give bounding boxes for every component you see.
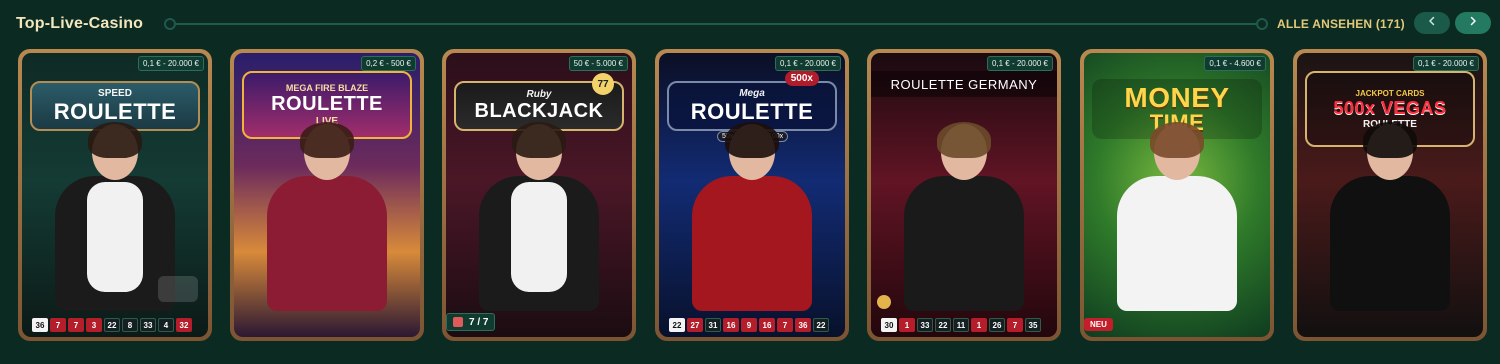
logo-text-top: MONEY bbox=[1124, 82, 1230, 113]
result-number: 7 bbox=[68, 318, 84, 332]
game-card-500x-vegas-roulette[interactable]: 0,1 € - 20.000 € JACKPOT CARDS 500x VEGA… bbox=[1293, 49, 1487, 341]
bet-limit-badge: 0,1 € - 20.000 € bbox=[774, 56, 841, 71]
chevron-right-icon bbox=[1467, 14, 1479, 32]
result-number: 26 bbox=[989, 318, 1005, 332]
prev-button[interactable] bbox=[1414, 12, 1450, 34]
seat-icon bbox=[453, 317, 463, 327]
result-number: 16 bbox=[723, 318, 739, 332]
game-card-inner: 0,1 € - 20.000 € Mega ROULETTE 500x 50x … bbox=[659, 53, 845, 337]
dealer-image bbox=[262, 122, 392, 311]
result-number: 7 bbox=[50, 318, 66, 332]
result-number: 27 bbox=[687, 318, 703, 332]
section-title: Top-Live-Casino bbox=[16, 15, 144, 32]
result-number: 9 bbox=[741, 318, 757, 332]
logo-text-top: Mega bbox=[739, 87, 765, 99]
result-number: 35 bbox=[1025, 318, 1041, 332]
result-number: 22 bbox=[669, 318, 685, 332]
recent-results: 22 27 31 16 9 16 7 36 22 bbox=[669, 317, 835, 333]
next-button[interactable] bbox=[1455, 12, 1491, 34]
game-card-mega-roulette[interactable]: 0,1 € - 20.000 € Mega ROULETTE 500x 50x … bbox=[655, 49, 849, 341]
result-number: 7 bbox=[777, 318, 793, 332]
dealer-image bbox=[1112, 122, 1242, 311]
logo-text-main: 500x VEGAS bbox=[1333, 97, 1447, 118]
result-number: 36 bbox=[32, 318, 48, 332]
game-card-inner: 0,1 € - 20.000 € JACKPOT CARDS 500x VEGA… bbox=[1297, 53, 1483, 337]
bet-limit-badge: 0,1 € - 20.000 € bbox=[1412, 56, 1479, 71]
result-number: 22 bbox=[935, 318, 951, 332]
result-number: 1 bbox=[899, 318, 915, 332]
seat-count: 7 / 7 bbox=[469, 316, 489, 328]
provider-logo bbox=[877, 295, 891, 309]
dealer-image bbox=[899, 122, 1029, 311]
result-number: 33 bbox=[917, 318, 933, 332]
multiplier-badge: 500x bbox=[784, 71, 819, 86]
logo-text-main: ROULETTE bbox=[53, 98, 177, 124]
game-card-inner: 0,1 € - 4.600 € MONEY TIME NEU bbox=[1084, 53, 1270, 337]
logo-text-top: SPEED bbox=[98, 87, 132, 99]
game-card-mega-fire-blaze-roulette[interactable]: 0,2 € - 500 € MEGA FIRE BLAZE ROULETTE L… bbox=[230, 49, 424, 341]
result-number: 8 bbox=[122, 318, 138, 332]
seat-availability: 7 / 7 bbox=[446, 313, 496, 331]
logo-text-main: ROULETTE bbox=[690, 98, 814, 124]
game-card-inner: 0,2 € - 500 € MEGA FIRE BLAZE ROULETTE L… bbox=[234, 53, 420, 337]
roulette-wheel-image bbox=[158, 276, 198, 302]
new-badge: NEU bbox=[1084, 318, 1113, 331]
game-card-roulette-germany[interactable]: 0,1 € - 20.000 € ROULETTE GERMANY 30 1 3… bbox=[867, 49, 1061, 341]
logo-text-top: MEGA FIRE BLAZE bbox=[285, 83, 369, 93]
result-number: 3 bbox=[86, 318, 102, 332]
logo-text-top: Ruby bbox=[526, 89, 552, 100]
game-card-money-time[interactable]: 0,1 € - 4.600 € MONEY TIME NEU bbox=[1080, 49, 1274, 341]
game-card-inner: 0,1 € - 20.000 € ROULETTE GERMANY 30 1 3… bbox=[871, 53, 1057, 337]
bet-limit-badge: 0,2 € - 500 € bbox=[361, 56, 416, 71]
bet-limit-badge: 50 € - 5.000 € bbox=[568, 56, 628, 71]
game-card-ruby-blackjack[interactable]: 50 € - 5.000 € Ruby BLACKJACK 77 7 / 7 bbox=[442, 49, 636, 341]
logo-text-top: JACKPOT CARDS bbox=[1355, 88, 1425, 98]
game-card-inner: 50 € - 5.000 € Ruby BLACKJACK 77 7 / 7 bbox=[446, 53, 632, 337]
see-all-link[interactable]: ALLE ANSEHEN (171) bbox=[1277, 17, 1405, 31]
game-card-speed-roulette[interactable]: 0,1 € - 20.000 € SPEED ROULETTE 36 7 7 3… bbox=[18, 49, 212, 341]
dealer-image bbox=[687, 122, 817, 311]
result-number: 7 bbox=[1007, 318, 1023, 332]
chevron-left-icon bbox=[1426, 14, 1438, 32]
game-title: ROULETTE GERMANY bbox=[871, 71, 1057, 97]
result-number: 36 bbox=[795, 318, 811, 332]
result-number: 4 bbox=[158, 318, 174, 332]
bet-limit-badge: 0,1 € - 4.600 € bbox=[1204, 56, 1266, 71]
header-divider bbox=[164, 18, 1268, 30]
result-number: 22 bbox=[104, 318, 120, 332]
logo-text-main: ROULETTE bbox=[271, 93, 383, 115]
dealer-image bbox=[1325, 122, 1455, 311]
result-number: 1 bbox=[971, 318, 987, 332]
result-number: 22 bbox=[813, 318, 829, 332]
bet-limit-badge: 0,1 € - 20.000 € bbox=[137, 56, 204, 71]
ruby-badge: 77 bbox=[592, 73, 614, 95]
result-number: 30 bbox=[881, 318, 897, 332]
bet-limit-badge: 0,1 € - 20.000 € bbox=[986, 56, 1053, 71]
game-card-inner: 0,1 € - 20.000 € SPEED ROULETTE 36 7 7 3… bbox=[22, 53, 208, 337]
section-header: Top-Live-Casino ALLE ANSEHEN (171) bbox=[0, 0, 1500, 48]
result-number: 16 bbox=[759, 318, 775, 332]
result-number: 31 bbox=[705, 318, 721, 332]
dealer-image bbox=[474, 122, 604, 311]
recent-results: 36 7 7 3 22 8 33 4 32 bbox=[32, 317, 198, 333]
logo-text-main: BLACKJACK bbox=[474, 100, 604, 122]
result-number: 32 bbox=[176, 318, 192, 332]
result-number: 11 bbox=[953, 318, 969, 332]
result-number: 33 bbox=[140, 318, 156, 332]
recent-results: 30 1 33 22 11 1 26 7 35 bbox=[881, 317, 1047, 333]
